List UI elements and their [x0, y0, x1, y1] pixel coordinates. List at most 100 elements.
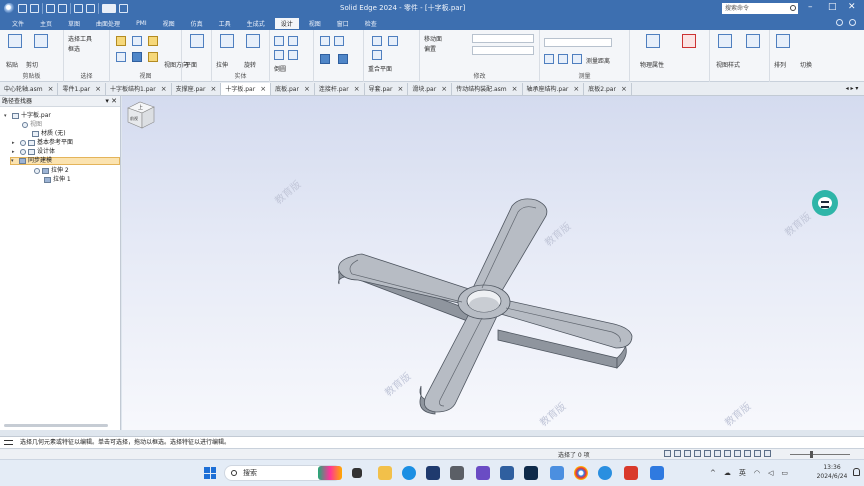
doc-tab[interactable]: 滑块.par ×	[408, 82, 453, 95]
cross-plate-model[interactable]	[122, 96, 864, 430]
doc-tab[interactable]: 连接杆.par ×	[315, 82, 365, 95]
restore-button[interactable]: □	[828, 2, 837, 12]
menu-sketch[interactable]: 草图	[62, 18, 86, 29]
doc-tab[interactable]: 导套.par ×	[365, 82, 409, 95]
close-tab-icon[interactable]: ×	[161, 85, 167, 93]
move-face-label[interactable]: 移动面	[424, 34, 442, 43]
tree-node-extrude-1[interactable]: 拉伸 1	[44, 176, 71, 184]
file-explorer-icon[interactable]	[378, 466, 392, 480]
doc-tab-active[interactable]: 十字板.par ×	[221, 82, 272, 95]
fit-view-icon[interactable]	[684, 450, 691, 457]
view-style-icon[interactable]	[754, 450, 761, 457]
pathfinder-controls[interactable]: ▾ ✕	[105, 96, 117, 107]
mirror-plane-icon[interactable]	[320, 54, 330, 64]
zoom-area-icon[interactable]	[664, 450, 671, 457]
assistant-mascot-icon[interactable]	[812, 190, 838, 216]
view-orient-icon[interactable]	[116, 36, 126, 46]
open-file-icon[interactable]	[46, 4, 55, 13]
settings-icon[interactable]	[849, 19, 856, 26]
tree-node-views[interactable]: 视图	[22, 121, 42, 129]
close-tab-icon[interactable]: ×	[304, 85, 310, 93]
doc-tab[interactable]: 零件1.par ×	[58, 82, 106, 95]
menu-simulation[interactable]: 仿真	[185, 18, 209, 29]
store-icon[interactable]	[426, 466, 440, 480]
fit-icon[interactable]	[148, 36, 158, 46]
check-props-icon[interactable]	[682, 34, 696, 48]
menu-surfacing[interactable]: 曲面处理	[90, 18, 126, 29]
wifi-icon[interactable]: ◠	[754, 469, 760, 477]
cloud-icon[interactable]: ☁	[724, 469, 731, 477]
doc-tab[interactable]: 十字板结构1.par ×	[106, 82, 172, 95]
display-settings-icon[interactable]	[764, 450, 771, 457]
pattern-icon[interactable]	[274, 50, 284, 60]
prompt-menu-icon[interactable]	[4, 440, 13, 445]
menu-inspect[interactable]: 检查	[359, 18, 383, 29]
zoom-slider[interactable]	[790, 451, 850, 458]
tree-node-design-body[interactable]: ▸ 设计体	[12, 148, 55, 156]
offset-label[interactable]: 偏置	[424, 44, 436, 53]
measure-value-field[interactable]	[544, 38, 612, 47]
close-tab-icon[interactable]: ×	[354, 85, 360, 93]
task-view-icon[interactable]	[352, 468, 362, 478]
close-tab-icon[interactable]: ×	[512, 85, 518, 93]
pathfinder-scrollbar[interactable]	[4, 424, 108, 427]
doc-tab[interactable]: 底板.par ×	[271, 82, 315, 95]
menu-design[interactable]: 设计	[274, 18, 299, 29]
rotate-view-icon[interactable]	[704, 450, 711, 457]
menu-generative[interactable]: 生成式	[241, 18, 271, 29]
paste-icon[interactable]	[8, 34, 22, 48]
modify-option-field[interactable]	[472, 34, 534, 43]
photoshop-icon[interactable]	[524, 466, 538, 480]
volume-icon[interactable]: ◁	[768, 469, 773, 477]
new-file-icon[interactable]	[18, 4, 27, 13]
point-icon[interactable]	[372, 50, 382, 60]
minimize-button[interactable]: –	[808, 2, 813, 12]
chamfer-icon[interactable]	[288, 36, 298, 46]
section-view-icon[interactable]	[744, 450, 751, 457]
menu-tools[interactable]: 工具	[213, 18, 237, 29]
app-logo-icon[interactable]	[4, 3, 15, 14]
doc-tab[interactable]: 传动结构装配.asm ×	[452, 82, 523, 95]
box-select-label[interactable]: 框选	[68, 44, 80, 53]
doc-tab[interactable]: 底板2.par ×	[584, 82, 632, 95]
named-views-icon[interactable]	[734, 450, 741, 457]
wps-icon[interactable]	[624, 466, 638, 480]
mirror-icon[interactable]	[320, 36, 330, 46]
view-style-2-icon[interactable]	[746, 34, 760, 48]
customize-quick-access-icon[interactable]	[119, 4, 128, 13]
rotate-icon[interactable]	[132, 52, 142, 62]
help-icon[interactable]	[836, 19, 843, 26]
doc-tab[interactable]: 轴承座结构.par ×	[523, 82, 585, 95]
graphics-viewport[interactable]: 教育版 教育版 教育版 教育版 教育版 教育版 上 前视	[122, 96, 864, 430]
tree-node-extrude-2[interactable]: 拉伸 2	[34, 167, 69, 175]
input-language[interactable]: 英	[739, 468, 746, 478]
solid-edge-taskbar-icon[interactable]	[598, 466, 612, 480]
menu-window[interactable]: 窗口	[331, 18, 355, 29]
measure-area-icon[interactable]	[572, 54, 582, 64]
tree-node-ref-planes[interactable]: ▸ 基本参考平面	[12, 139, 73, 147]
visible-edges-icon[interactable]	[724, 450, 731, 457]
menu-file[interactable]: 文件	[6, 18, 30, 29]
expand-arrow-icon[interactable]: ▸	[12, 148, 18, 156]
tray-chevron-icon[interactable]: ^	[710, 469, 716, 477]
tree-node-sync-modeling[interactable]: ▾ 同步建模	[10, 157, 120, 165]
measure-distance-icon[interactable]	[544, 54, 554, 64]
expand-arrow-icon[interactable]: ▾	[4, 112, 10, 120]
close-tab-icon[interactable]: ×	[621, 85, 627, 93]
eye-icon[interactable]	[34, 168, 40, 174]
pan-icon[interactable]	[694, 450, 701, 457]
select-tool-label[interactable]: 选择工具	[68, 34, 92, 43]
close-tab-icon[interactable]: ×	[95, 85, 101, 93]
view-cube[interactable]: 上 前视	[122, 96, 158, 132]
menu-view[interactable]: 视图	[157, 18, 181, 29]
measure-angle-icon[interactable]	[558, 54, 568, 64]
revolve-icon[interactable]	[246, 34, 260, 48]
close-tab-icon[interactable]: ×	[210, 85, 216, 93]
extrude-icon[interactable]	[220, 34, 234, 48]
zoom-area-icon[interactable]	[132, 36, 142, 46]
eye-icon[interactable]	[20, 149, 26, 155]
physical-props-icon[interactable]	[646, 34, 660, 48]
notification-bell-icon[interactable]	[853, 468, 860, 476]
edge-browser-icon[interactable]	[402, 466, 416, 480]
shade-icon[interactable]	[148, 52, 158, 62]
